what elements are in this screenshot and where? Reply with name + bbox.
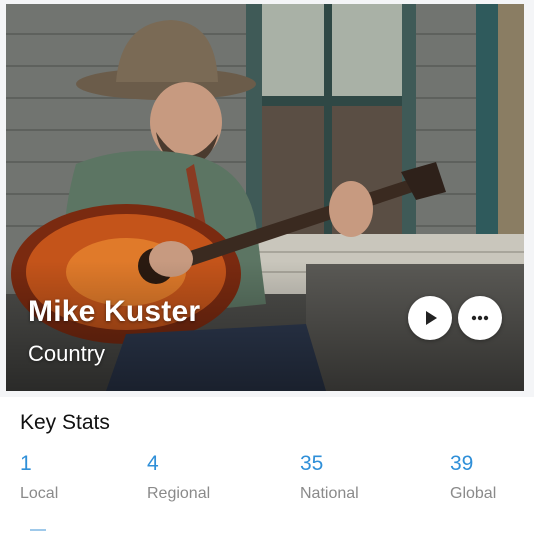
stat-local-label: Local: [20, 485, 59, 502]
cut-off-content-fragment: [30, 529, 46, 531]
stat-regional-value: 4: [147, 452, 159, 475]
stat-national-value: 35: [300, 452, 324, 475]
stat-regional: 4 Regional: [147, 452, 210, 503]
more-options-button[interactable]: [458, 296, 502, 340]
artist-genre: Country: [28, 341, 106, 366]
stat-local-value: 1: [20, 452, 32, 475]
key-stats-panel: Key Stats 1 Local 4 Regional 35 National…: [0, 397, 534, 534]
play-button[interactable]: [408, 296, 452, 340]
artist-hero-card[interactable]: Mike Kuster Country: [6, 4, 524, 391]
stat-national: 35 National: [300, 452, 359, 503]
stat-global-value: 39: [450, 452, 474, 475]
stat-regional-label: Regional: [147, 485, 211, 502]
more-horizontal-icon: [471, 315, 489, 321]
stat-national-label: National: [300, 485, 359, 502]
key-stats-title: Key Stats: [20, 411, 110, 434]
stat-global: 39 Global: [450, 452, 496, 503]
artist-page: Mike Kuster Country Key Stats 1 Local 4 …: [0, 0, 534, 534]
stat-local: 1 Local: [20, 452, 58, 503]
artist-name: Mike Kuster: [28, 295, 201, 328]
play-icon: [426, 311, 437, 325]
stat-global-label: Global: [450, 485, 497, 502]
